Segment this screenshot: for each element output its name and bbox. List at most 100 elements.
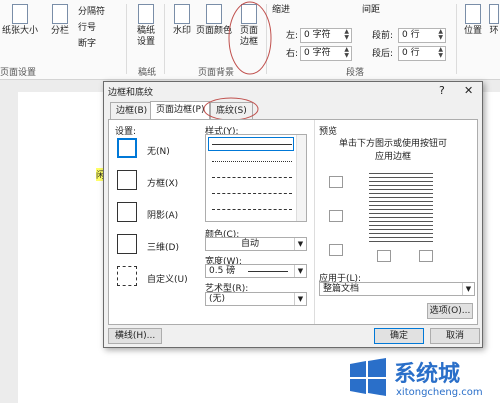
wrap-text-label: 环	[489, 26, 499, 36]
right-border-toggle-icon[interactable]	[419, 250, 433, 262]
style-list[interactable]	[205, 134, 307, 222]
line-numbers-button[interactable]: 行号	[78, 22, 96, 34]
horizontal-line-button[interactable]: 横线(H)...	[108, 328, 162, 344]
page-color-icon	[206, 4, 222, 24]
watermark-label: 水印	[172, 26, 191, 36]
wrap-text-icon	[489, 4, 499, 24]
space-before-label: 段前:	[372, 31, 394, 41]
setting-3d-icon[interactable]	[117, 234, 137, 254]
setting-shadow-label[interactable]: 阴影(A)	[147, 208, 178, 221]
watermark-url: xitongcheng.com	[396, 387, 483, 398]
group-manuscript-label: 稿纸	[138, 68, 157, 78]
position-label: 位置	[463, 26, 482, 36]
apply-value: 整篇文档	[323, 284, 360, 294]
setting-3d-label[interactable]: 三维(D)	[147, 240, 179, 253]
setting-shadow-icon[interactable]	[117, 202, 137, 222]
preview-page[interactable]	[369, 170, 433, 242]
space-after-label: 段后:	[372, 49, 394, 59]
preview-label: 预览	[319, 127, 338, 137]
space-before-input[interactable]: 0 行 ▲ ▼	[398, 28, 446, 43]
position-button[interactable]: 位置	[462, 4, 484, 37]
style-dash-dot-dot[interactable]	[212, 209, 292, 210]
hyphenation-label: 断字	[78, 39, 97, 49]
breaks-label: 分隔符	[78, 7, 106, 17]
manuscript-settings-label: 稿纸 设置	[136, 26, 155, 47]
settings-label: 设置:	[115, 127, 137, 137]
top-border-toggle-icon[interactable]	[329, 176, 343, 188]
cancel-button[interactable]: 取消	[430, 328, 480, 344]
space-before-value: 0 行	[402, 30, 420, 40]
divider	[314, 120, 315, 324]
middle-border-toggle-icon[interactable]	[329, 210, 343, 222]
watermark-icon	[174, 4, 190, 24]
chevron-down-icon: ▼	[294, 293, 306, 305]
setting-custom-icon[interactable]	[117, 266, 137, 286]
watermark-brand: 系统城	[394, 362, 461, 387]
options-button[interactable]: 选项(O)...	[427, 303, 473, 319]
left-border-toggle-icon[interactable]	[377, 250, 391, 262]
close-button[interactable]: ✕	[464, 84, 473, 97]
width-sample-line	[248, 271, 288, 272]
indent-left-value: 0 字符	[304, 30, 331, 40]
windows-logo-icon	[350, 358, 386, 396]
color-select[interactable]: 自动 ▼	[205, 237, 307, 251]
style-dotted[interactable]	[212, 161, 292, 162]
breaks-button[interactable]: 分隔符	[78, 6, 105, 18]
manuscript-icon	[138, 4, 154, 24]
tab-borders[interactable]: 边框(B)	[110, 102, 154, 119]
group-paragraph-label: 段落	[346, 68, 365, 78]
columns-icon	[52, 4, 68, 24]
indent-left-label: 左:	[286, 31, 299, 41]
setting-box-label[interactable]: 方框(X)	[147, 176, 178, 189]
chevron-down-icon: ▼	[294, 238, 306, 250]
line-numbers-label: 行号	[78, 23, 97, 33]
group-page-setup-label: 页面设置	[0, 68, 37, 78]
width-value: 0.5 磅	[209, 266, 236, 276]
paper-size-button[interactable]: 纸张大小	[0, 4, 40, 37]
indent-right-input[interactable]: 0 字符 ▲ ▼	[300, 46, 352, 61]
setting-none-label[interactable]: 无(N)	[147, 144, 170, 157]
setting-box-icon[interactable]	[117, 170, 137, 190]
apply-select[interactable]: 整篇文档 ▼	[319, 282, 475, 296]
art-value: (无)	[209, 294, 226, 304]
manuscript-settings-button[interactable]: 稿纸 设置	[133, 4, 159, 48]
style-dashed[interactable]	[212, 177, 292, 178]
borders-shading-dialog: 边框和底纹 ? ✕ 边框(B) 页面边框(P) 底纹(S) 设置: 无(N) 方…	[103, 81, 483, 348]
columns-label: 分栏	[50, 26, 69, 36]
watermark-button[interactable]: 水印	[170, 4, 194, 37]
site-watermark: 系统城 xitongcheng.com	[346, 356, 496, 400]
group-separator	[164, 4, 165, 74]
columns-button[interactable]: 分栏	[46, 4, 74, 37]
chevron-down-icon: ▼	[462, 283, 474, 295]
hyphenation-button[interactable]: 断字	[78, 38, 96, 50]
highlight-circle-page-borders	[228, 1, 272, 75]
width-select[interactable]: 0.5 磅 ▼	[205, 264, 307, 278]
dialog-title: 边框和底纹	[108, 88, 154, 98]
style-dash-dot[interactable]	[212, 193, 292, 194]
indent-header: 缩进	[272, 5, 291, 15]
paper-size-label: 纸张大小	[1, 26, 38, 36]
position-icon	[465, 4, 481, 24]
space-after-value: 0 行	[402, 48, 420, 58]
chevron-down-icon: ▼	[294, 265, 306, 277]
indent-left-input[interactable]: 0 字符 ▲ ▼	[300, 28, 352, 43]
space-after-input[interactable]: 0 行 ▲ ▼	[398, 46, 446, 61]
art-select[interactable]: (无) ▼	[205, 292, 307, 306]
style-solid[interactable]	[212, 144, 292, 145]
setting-none-icon[interactable]	[117, 138, 137, 158]
group-separator	[456, 4, 457, 74]
preview-hint: 单击下方图示或使用按钮可 应用边框	[339, 139, 448, 162]
ok-button[interactable]: 确定	[374, 328, 424, 344]
help-button[interactable]: ?	[439, 84, 445, 97]
indent-right-value: 0 字符	[304, 48, 331, 58]
bottom-border-toggle-icon[interactable]	[329, 244, 343, 256]
spacing-header: 间距	[362, 5, 381, 15]
wrap-text-button[interactable]: 环	[488, 4, 500, 37]
paper-size-icon	[12, 4, 28, 24]
style-scrollbar[interactable]	[296, 135, 306, 221]
color-value: 自动	[241, 239, 260, 249]
indent-right-label: 右:	[286, 49, 299, 59]
tab-panel: 设置: 无(N) 方框(X) 阴影(A) 三维(D) 自定义(U) 样式(Y):…	[108, 119, 478, 325]
setting-custom-label[interactable]: 自定义(U)	[147, 272, 188, 285]
group-separator	[126, 4, 127, 74]
